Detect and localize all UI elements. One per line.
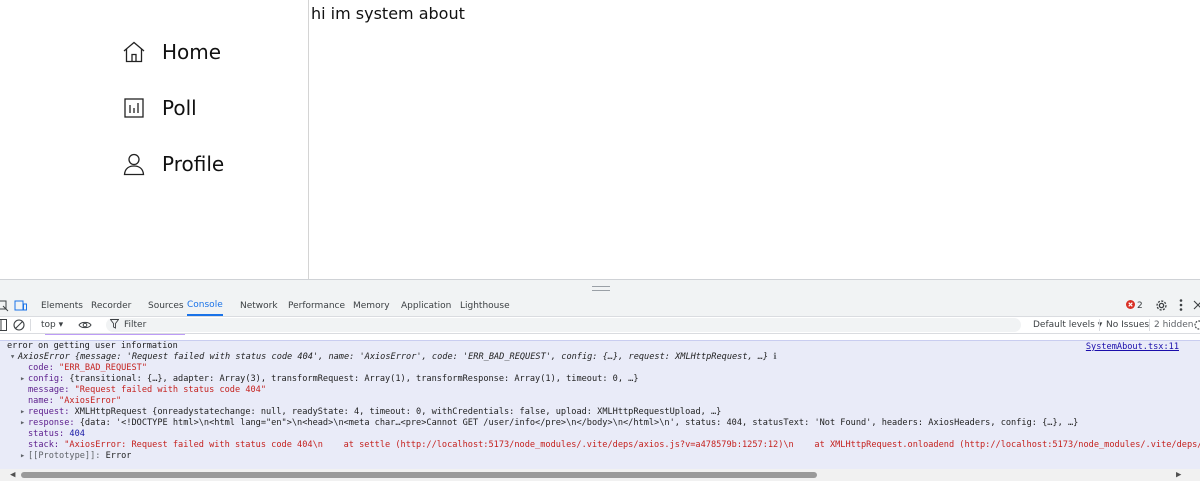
prop-name: name: "AxiosError"	[28, 396, 122, 406]
device-toolbar-icon[interactable]	[14, 300, 27, 315]
context-label: top	[41, 320, 56, 330]
prop-status: status: 404	[28, 429, 85, 439]
console-settings-icon[interactable]	[1193, 319, 1200, 335]
filter-input[interactable]: Filter	[106, 318, 1021, 332]
object-class-name: AxiosError	[18, 352, 70, 362]
scroll-right-icon[interactable]: ▶	[1176, 470, 1181, 480]
context-select[interactable]: top ▾	[41, 317, 63, 333]
tab-performance[interactable]: Performance	[288, 296, 345, 316]
profile-icon	[121, 151, 147, 177]
tab-memory[interactable]: Memory	[353, 296, 390, 316]
prop-request[interactable]: ▸ request: XMLHttpRequest {onreadystatech…	[20, 407, 721, 418]
prop-code: code: "ERR_BAD_REQUEST"	[28, 363, 148, 373]
prop-response[interactable]: ▸ response: {data: '<!DOCTYPE html>\n<htm…	[20, 418, 1200, 429]
console-output: SystemAbout.tsx:11 error on getting user…	[0, 334, 1200, 481]
home-icon	[121, 39, 147, 65]
error-text: error on getting user information	[7, 341, 178, 351]
settings-gear-icon[interactable]	[1155, 299, 1168, 315]
tab-recorder[interactable]: Recorder	[91, 296, 131, 316]
hidden-count: 2 hidden	[1154, 320, 1194, 330]
filter-funnel-icon	[109, 319, 120, 332]
page-title: hi im system about	[311, 4, 465, 23]
clear-console-icon[interactable]	[13, 319, 25, 335]
scroll-left-icon[interactable]: ◀	[10, 470, 15, 480]
tab-sources[interactable]: Sources	[148, 296, 184, 316]
tab-network[interactable]: Network	[240, 296, 278, 316]
error-icon	[1126, 300, 1135, 312]
nav-item-poll[interactable]: Poll	[121, 91, 197, 125]
tab-console[interactable]: Console	[187, 296, 223, 316]
tab-application[interactable]: Application	[401, 296, 451, 316]
prop-prototype[interactable]: ▸ [[Prototype]]: Error	[20, 451, 131, 462]
error-counter[interactable]: 2	[1126, 298, 1143, 314]
source-link[interactable]: SystemAbout.tsx:11	[1086, 342, 1179, 352]
info-icon: ℹ	[773, 352, 777, 362]
close-devtools-icon[interactable]	[1193, 300, 1200, 313]
sidebar-nav: Home Poll Profile	[0, 0, 309, 279]
nav-item-home[interactable]: Home	[121, 35, 221, 69]
console-error-message: SystemAbout.tsx:11 error on getting user…	[0, 340, 1200, 469]
tab-lighthouse[interactable]: Lighthouse	[460, 296, 510, 316]
nav-label-poll: Poll	[162, 96, 197, 120]
error-count: 2	[1137, 301, 1143, 311]
log-levels-dropdown[interactable]: Default levels ▾	[1033, 317, 1102, 333]
devtools-tabbar: Elements Recorder Sources Console Networ…	[0, 296, 1200, 316]
more-options-icon[interactable]	[1179, 298, 1183, 315]
log-levels-label: Default levels	[1033, 320, 1095, 330]
poll-icon	[121, 95, 147, 121]
console-toolbar: top ▾ Filter Default levels ▾ No Issues …	[0, 316, 1200, 334]
app-page: Home Poll Profile hi im system about	[0, 0, 1200, 279]
nav-item-profile[interactable]: Profile	[121, 147, 224, 181]
nav-label-home: Home	[162, 40, 222, 64]
inspect-element-icon[interactable]	[0, 300, 9, 315]
issues-button[interactable]: No Issues	[1106, 317, 1149, 333]
sidebar-toggle-icon[interactable]	[0, 319, 7, 335]
horizontal-scrollbar[interactable]: ◀ ▶	[0, 469, 1200, 481]
object-preview: {message: 'Request failed with status co…	[69, 352, 769, 362]
scrollbar-thumb[interactable]	[21, 472, 817, 478]
prop-config[interactable]: ▸ config: {transitional: {…}, adapter: Ar…	[20, 374, 639, 385]
tab-elements[interactable]: Elements	[41, 296, 83, 316]
prop-message: message: "Request failed with status cod…	[28, 385, 267, 395]
axios-error-object[interactable]: ▾ AxiosError {message: 'Request failed wi…	[10, 352, 1200, 363]
resize-grip-icon[interactable]	[592, 286, 610, 291]
filter-placeholder: Filter	[124, 320, 147, 330]
prop-stack: stack: "AxiosError: Request failed with …	[28, 440, 1200, 450]
live-expression-eye-icon[interactable]	[78, 319, 92, 335]
nav-label-profile: Profile	[162, 152, 225, 176]
devtools-resize-bar[interactable]	[0, 279, 1200, 296]
